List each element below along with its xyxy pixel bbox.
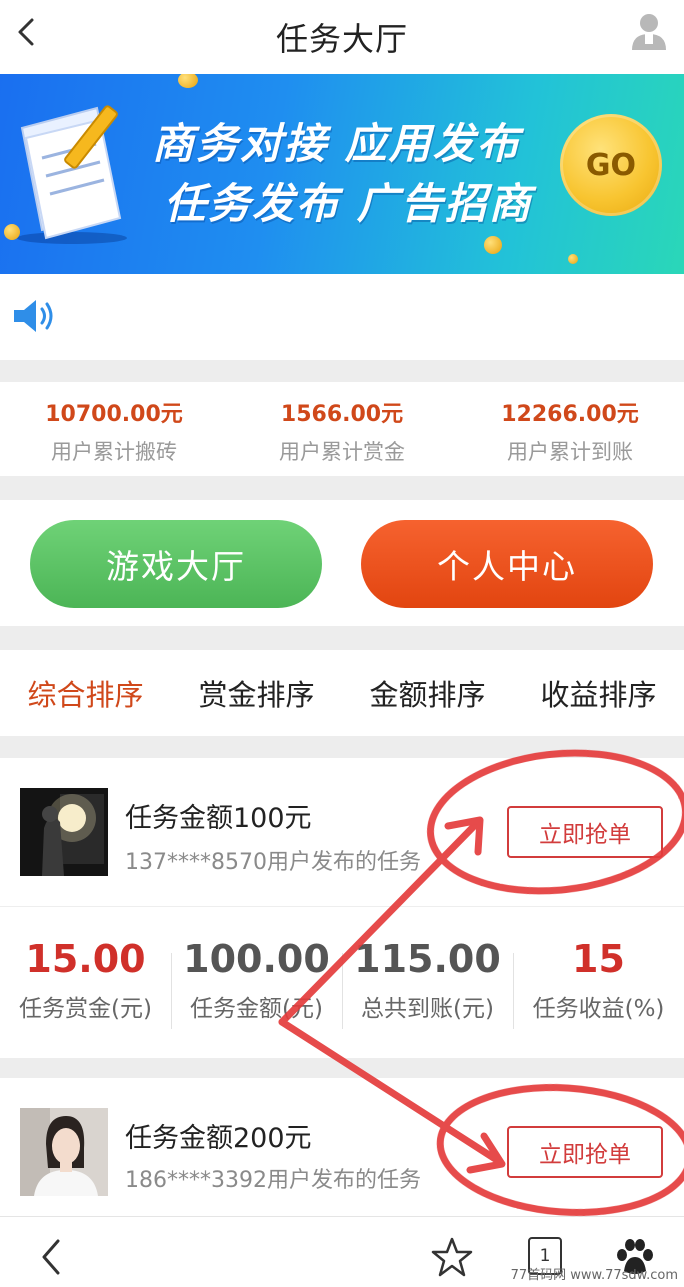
- task-publisher: 137****8570用户发布的任务: [125, 850, 421, 875]
- coin-icon: [178, 74, 198, 88]
- coin-icon: [484, 236, 502, 254]
- metric-value: 115.00: [354, 937, 501, 981]
- stat-value: 12266.00元: [501, 402, 639, 427]
- stat-total-bounty: 1566.00元 用户累计赏金: [228, 382, 456, 476]
- metric-value: 15: [572, 937, 625, 981]
- user-profile-icon[interactable]: [628, 10, 670, 52]
- metric-value: 15.00: [25, 937, 146, 981]
- divider: [0, 736, 684, 758]
- speaker-icon: [14, 300, 53, 332]
- notice-bar: [0, 274, 684, 360]
- coin-icon: [4, 224, 20, 240]
- task-amount: 任务金额200元: [125, 1123, 312, 1154]
- metric-label: 任务赏金(元): [19, 996, 152, 1022]
- tab-sort-yield[interactable]: 收益排序: [513, 672, 684, 714]
- task-card[interactable]: 任务金额200元 186****3392用户发布的任务 立即抢单: [0, 1078, 684, 1216]
- task-amount: 任务金额100元: [125, 803, 312, 834]
- document-pen-icon: [17, 105, 127, 244]
- tab-sort-overall[interactable]: 综合排序: [0, 672, 171, 714]
- back-arrow-icon[interactable]: [30, 1235, 74, 1279]
- metric-yield: 15 任务收益(%): [513, 907, 684, 1036]
- personal-center-button[interactable]: 个人中心: [361, 520, 653, 608]
- stats-row: 10700.00元 用户累计搬砖 1566.00元 用户累计赏金 12266.0…: [0, 382, 684, 476]
- task-thumbnail: [20, 788, 108, 876]
- game-hall-button[interactable]: 游戏大厅: [30, 520, 322, 608]
- divider: [0, 476, 684, 500]
- metric-value: 100.00: [183, 937, 330, 981]
- back-arrow-icon[interactable]: [8, 12, 48, 52]
- divider: [0, 626, 684, 650]
- browser-bottom-bar: 1 77首码网 www.77sdw.com: [0, 1216, 684, 1287]
- stat-total-work: 10700.00元 用户累计搬砖: [0, 382, 228, 476]
- metric-total-received: 115.00 总共到账(元): [342, 907, 513, 1036]
- stat-total-received: 12266.00元 用户累计到账: [456, 382, 684, 476]
- stat-value: 1566.00元: [280, 402, 404, 427]
- watermark-text: 77首码网 www.77sdw.com: [510, 1268, 678, 1283]
- promo-banner[interactable]: 商务对接 应用发布 任务发布 广告招商 GO: [0, 74, 684, 274]
- tab-sort-amount[interactable]: 金额排序: [342, 672, 513, 714]
- go-button[interactable]: GO: [560, 114, 662, 216]
- task-thumbnail: [20, 1108, 108, 1196]
- divider: [0, 360, 684, 382]
- banner-headline-2: 任务发布 广告招商: [164, 179, 533, 228]
- grab-order-button[interactable]: 立即抢单: [507, 806, 663, 858]
- stat-label: 用户累计搬砖: [51, 440, 177, 464]
- page-title: 任务大厅: [275, 20, 408, 58]
- task-card[interactable]: 任务金额100元 137****8570用户发布的任务 立即抢单: [0, 758, 684, 906]
- metric-amount: 100.00 任务金额(元): [171, 907, 342, 1036]
- metric-bounty: 15.00 任务赏金(元): [0, 907, 171, 1036]
- metric-label: 任务金额(元): [190, 996, 323, 1022]
- top-bar: 任务大厅: [0, 0, 684, 74]
- sort-tabs: 综合排序 赏金排序 金额排序 收益排序: [0, 650, 684, 736]
- banner-headline-1: 商务对接 应用发布: [152, 119, 521, 168]
- stat-label: 用户累计到账: [507, 440, 633, 464]
- stat-value: 10700.00元: [45, 402, 183, 427]
- tab-sort-bounty[interactable]: 赏金排序: [171, 672, 342, 714]
- task-publisher: 186****3392用户发布的任务: [125, 1168, 421, 1193]
- stat-label: 用户累计赏金: [279, 440, 405, 464]
- metric-label: 任务收益(%): [532, 996, 665, 1022]
- coin-icon: [568, 254, 578, 264]
- main-actions: 游戏大厅 个人中心: [0, 500, 684, 626]
- tab-count: 1: [539, 1246, 551, 1266]
- divider: [0, 1058, 684, 1078]
- task-metrics: 15.00 任务赏金(元) 100.00 任务金额(元) 115.00 总共到账…: [0, 906, 684, 1036]
- star-icon[interactable]: [430, 1235, 474, 1279]
- metric-label: 总共到账(元): [361, 996, 494, 1022]
- grab-order-button[interactable]: 立即抢单: [507, 1126, 663, 1178]
